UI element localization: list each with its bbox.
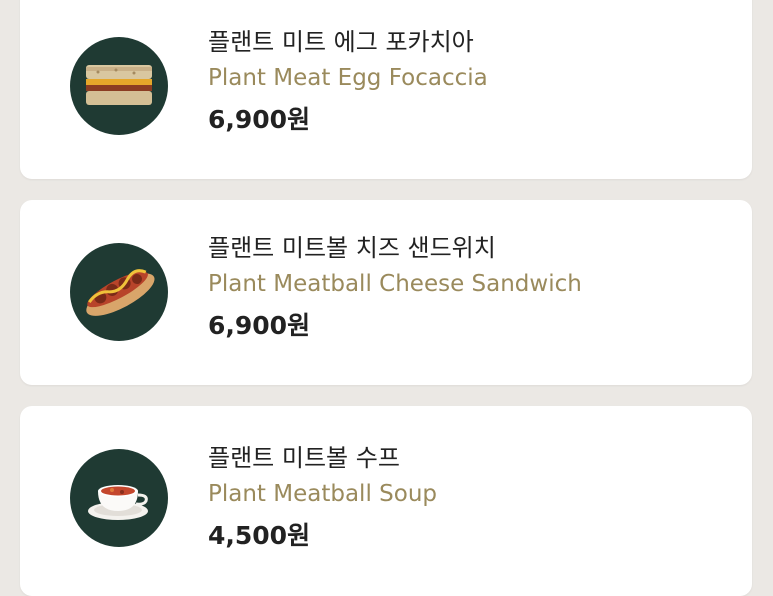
menu-list: 플랜트 미트 에그 포카치아 Plant Meat Egg Focaccia 6… [0, 0, 773, 596]
menu-item-card[interactable]: 플랜트 미트볼 치즈 샌드위치 Plant Meatball Cheese Sa… [20, 200, 752, 385]
menu-item-price: 4,500원 [208, 521, 311, 550]
menu-item-text: 플랜트 미트볼 수프 Plant Meatball Soup 4,500원 [208, 443, 437, 551]
menu-item-name-ko: 플랜트 미트볼 수프 [208, 444, 400, 472]
focaccia-sandwich-icon [70, 37, 168, 135]
menu-item-card[interactable]: 플랜트 미트볼 수프 Plant Meatball Soup 4,500원 [20, 406, 752, 596]
menu-item-name-ko: 플랜트 미트볼 치즈 샌드위치 [208, 234, 496, 262]
menu-item-name-en: Plant Meatball Soup [208, 481, 438, 507]
meatball-sandwich-icon [70, 243, 168, 341]
menu-item-card[interactable]: 플랜트 미트 에그 포카치아 Plant Meat Egg Focaccia 6… [20, 0, 752, 179]
menu-item-name-ko: 플랜트 미트 에그 포카치아 [208, 28, 474, 56]
menu-item-text: 플랜트 미트 에그 포카치아 Plant Meat Egg Focaccia 6… [208, 27, 488, 135]
menu-item-name-en: Plant Meatball Cheese Sandwich [208, 271, 582, 297]
menu-item-price: 6,900원 [208, 311, 311, 340]
menu-item-price: 6,900원 [208, 105, 311, 134]
soup-cup-icon [70, 449, 168, 547]
menu-item-text: 플랜트 미트볼 치즈 샌드위치 Plant Meatball Cheese Sa… [208, 233, 582, 341]
menu-item-name-en: Plant Meat Egg Focaccia [208, 65, 488, 91]
